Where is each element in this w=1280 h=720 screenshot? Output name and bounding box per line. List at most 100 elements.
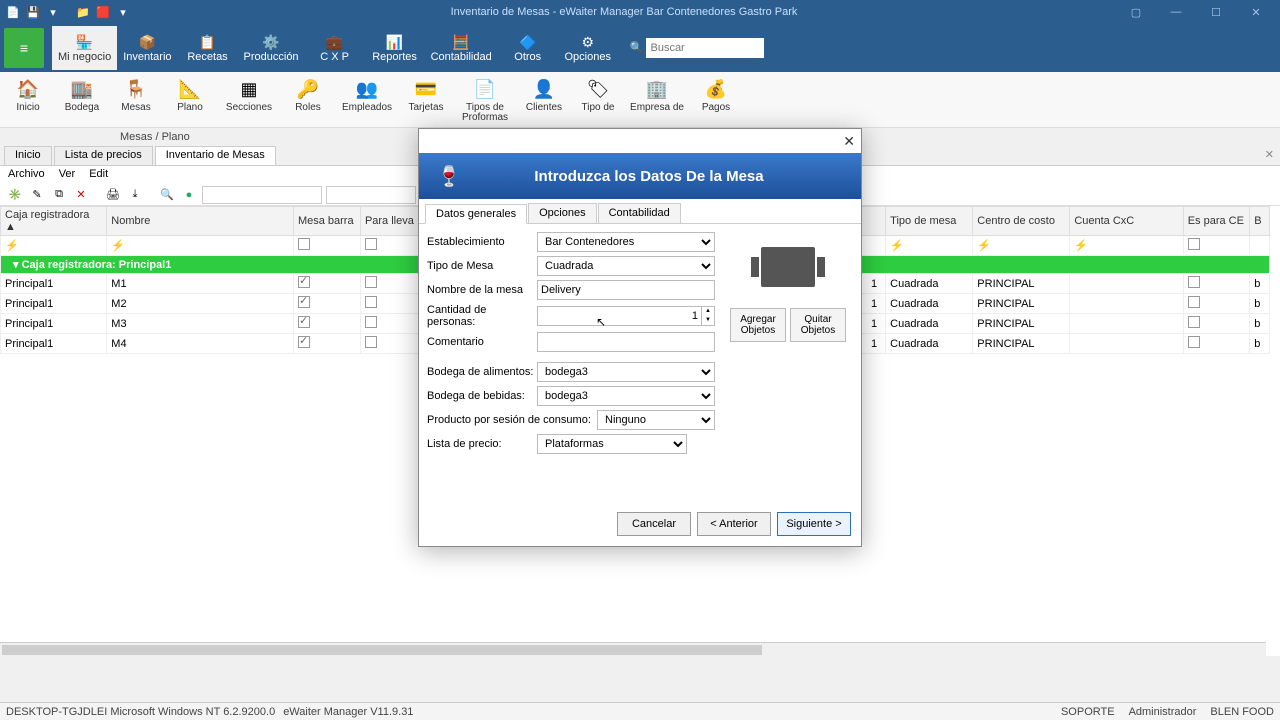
bodega-alimentos-select[interactable]: bodega3 bbox=[537, 362, 715, 382]
label-lista-precio: Lista de precio: bbox=[427, 438, 537, 450]
quitar-objetos-button[interactable]: Quitar Objetos bbox=[790, 308, 846, 342]
column-header[interactable]: Mesa barra bbox=[293, 207, 360, 236]
agregar-objetos-button[interactable]: Agregar Objetos bbox=[730, 308, 786, 342]
title-bar: 📄 💾 ▾ 📁 🟥 ▾ Inventario de Mesas - eWaite… bbox=[0, 0, 1280, 24]
filter-checkbox[interactable] bbox=[365, 238, 377, 250]
column-header[interactable]: Tipo de mesa bbox=[886, 207, 973, 236]
filter-icon[interactable]: ⚡ bbox=[890, 240, 904, 252]
subbar-tipos-de-proformas[interactable]: 📄Tipos de Proformas bbox=[456, 74, 514, 123]
ribbon-tab-mi-negocio[interactable]: 🏪Mi negocio bbox=[52, 26, 117, 70]
doc-tab-lista-de-precios[interactable]: Lista de precios bbox=[54, 146, 153, 165]
window-maximize-icon[interactable]: ☐ bbox=[1196, 0, 1236, 24]
doc-tab-inventario-de-mesas[interactable]: Inventario de Mesas bbox=[155, 146, 276, 165]
ribbon-tab-contabilidad[interactable]: 🧮Contabilidad bbox=[425, 26, 498, 70]
filter-icon[interactable]: ⚡ bbox=[977, 240, 991, 252]
dialog-tab-opciones[interactable]: Opciones bbox=[528, 203, 596, 223]
subbar-pagos[interactable]: 💰Pagos bbox=[692, 74, 740, 113]
subbar-roles[interactable]: 🔑Roles bbox=[284, 74, 332, 113]
app-menu-button[interactable]: ≡ bbox=[4, 28, 44, 68]
ribbon-tab-c-x-p[interactable]: 💼C X P bbox=[305, 26, 365, 70]
column-header[interactable]: Caja registradora ▲ bbox=[1, 207, 107, 236]
subbar-empresa-de[interactable]: 🏢Empresa de bbox=[628, 74, 686, 113]
tab-close-icon[interactable]: ✕ bbox=[1265, 148, 1274, 161]
nombre-mesa-input[interactable] bbox=[537, 280, 715, 300]
subbar-tipo-de[interactable]: 🏷Tipo de bbox=[574, 74, 622, 113]
subbar-inicio[interactable]: 🏠Inicio bbox=[4, 74, 52, 113]
producto-sesion-select[interactable]: Ninguno bbox=[597, 410, 715, 430]
anterior-button[interactable]: < Anterior bbox=[697, 512, 771, 536]
ribbon-tab-inventario[interactable]: 📦Inventario bbox=[117, 26, 177, 70]
qat-new-icon[interactable]: 📄 bbox=[4, 3, 22, 21]
bodega-bebidas-select[interactable]: bodega3 bbox=[537, 386, 715, 406]
cancel-button[interactable]: Cancelar bbox=[617, 512, 691, 536]
spin-up-icon[interactable]: ▲ bbox=[702, 307, 714, 316]
ribbon-tab-otros[interactable]: 🔷Otros bbox=[498, 26, 558, 70]
status-host: DESKTOP-TGJDLEI Microsoft Windows NT 6.2… bbox=[6, 706, 275, 718]
comentario-input[interactable] bbox=[537, 332, 715, 352]
qat-more2-icon[interactable]: ▾ bbox=[114, 3, 132, 21]
subbar-empleados[interactable]: 👥Empleados bbox=[338, 74, 396, 113]
establecimiento-select[interactable]: Bar Contenedores bbox=[537, 232, 715, 252]
tipo-mesa-select[interactable]: Cuadrada bbox=[537, 256, 715, 276]
subbar-mesas[interactable]: 🪑Mesas bbox=[112, 74, 160, 113]
filter-checkbox[interactable] bbox=[1188, 238, 1200, 250]
ribbon-tab-reportes[interactable]: 📊Reportes bbox=[365, 26, 425, 70]
menu-edit[interactable]: Edit bbox=[89, 168, 108, 182]
horizontal-scrollbar[interactable] bbox=[0, 642, 1266, 656]
tool-active-icon[interactable]: ● bbox=[180, 186, 198, 204]
column-header[interactable]: Cuenta CxC bbox=[1070, 207, 1183, 236]
menu-ver[interactable]: Ver bbox=[59, 168, 76, 182]
subbar-secciones[interactable]: ▦Secciones bbox=[220, 74, 278, 113]
label-bodega-alimentos: Bodega de alimentos: bbox=[427, 366, 537, 378]
sub-toolbar: 🏠Inicio🏬Bodega🪑Mesas📐Plano▦Secciones🔑Rol… bbox=[0, 72, 1280, 128]
tool-print-icon[interactable]: 🖨 bbox=[104, 186, 122, 204]
subbar-plano[interactable]: 📐Plano bbox=[166, 74, 214, 113]
label-bodega-bebidas: Bodega de bebidas: bbox=[427, 390, 537, 402]
ribbon-search: 🔍 bbox=[630, 38, 765, 58]
window-help-icon[interactable]: ▢ bbox=[1116, 0, 1156, 24]
qat-stop-icon[interactable]: 🟥 bbox=[94, 3, 112, 21]
tool-edit-icon[interactable]: ✎ bbox=[28, 186, 46, 204]
filter-icon[interactable]: ⚡ bbox=[111, 240, 125, 252]
menu-archivo[interactable]: Archivo bbox=[8, 168, 45, 182]
column-header[interactable]: Centro de costo bbox=[973, 207, 1070, 236]
qat-more-icon[interactable]: ▾ bbox=[44, 3, 62, 21]
dialog-close-icon[interactable]: ✕ bbox=[843, 133, 855, 150]
spin-down-icon[interactable]: ▼ bbox=[702, 316, 714, 325]
label-cantidad: Cantidad de personas: bbox=[427, 304, 537, 328]
tool-dup-icon[interactable]: ⧉ bbox=[50, 186, 68, 204]
window-close-icon[interactable]: ✕ bbox=[1236, 0, 1276, 24]
ribbon-tab-producción[interactable]: ⚙️Producción bbox=[238, 26, 305, 70]
tool-add-icon[interactable]: ✳️ bbox=[6, 186, 24, 204]
status-support: SOPORTE bbox=[1061, 706, 1115, 718]
siguiente-button[interactable]: Siguiente > bbox=[777, 512, 851, 536]
tool-delete-icon[interactable]: ✕ bbox=[72, 186, 90, 204]
subbar-clientes[interactable]: 👤Clientes bbox=[520, 74, 568, 113]
qat-folder-icon[interactable]: 📁 bbox=[74, 3, 92, 21]
filter-checkbox[interactable] bbox=[298, 238, 310, 250]
tool-refresh-icon[interactable]: 🔍 bbox=[158, 186, 176, 204]
column-header[interactable]: B bbox=[1250, 207, 1270, 236]
tool-export-icon[interactable]: ⤓ bbox=[126, 186, 144, 204]
column-header[interactable]: Nombre bbox=[107, 207, 294, 236]
lista-precio-select[interactable]: Plataformas bbox=[537, 434, 687, 454]
toolbar-combo[interactable] bbox=[202, 186, 322, 204]
cantidad-personas-input[interactable] bbox=[537, 306, 702, 326]
status-company: BLEN FOOD bbox=[1210, 706, 1274, 718]
filter-icon[interactable]: ⚡ bbox=[5, 240, 19, 252]
filter-icon[interactable]: ⚡ bbox=[1074, 240, 1088, 252]
doc-tab-inicio[interactable]: Inicio bbox=[4, 146, 52, 165]
ribbon-search-input[interactable] bbox=[646, 38, 764, 58]
toolbar-search-input[interactable] bbox=[326, 186, 416, 204]
label-nombre: Nombre de la mesa bbox=[427, 284, 537, 296]
dialog-tab-contabilidad[interactable]: Contabilidad bbox=[598, 203, 681, 223]
subbar-bodega[interactable]: 🏬Bodega bbox=[58, 74, 106, 113]
column-header[interactable]: Es para CE bbox=[1183, 207, 1250, 236]
window-minimize-icon[interactable]: — bbox=[1156, 0, 1196, 24]
qat-save-icon[interactable]: 💾 bbox=[24, 3, 42, 21]
subbar-tarjetas[interactable]: 💳Tarjetas bbox=[402, 74, 450, 113]
ribbon-tab-opciones[interactable]: ⚙Opciones bbox=[558, 26, 618, 70]
ribbon-tab-recetas[interactable]: 📋Recetas bbox=[178, 26, 238, 70]
dialog-tab-datos-generales[interactable]: Datos generales bbox=[425, 204, 527, 224]
label-comentario: Comentario bbox=[427, 336, 537, 348]
